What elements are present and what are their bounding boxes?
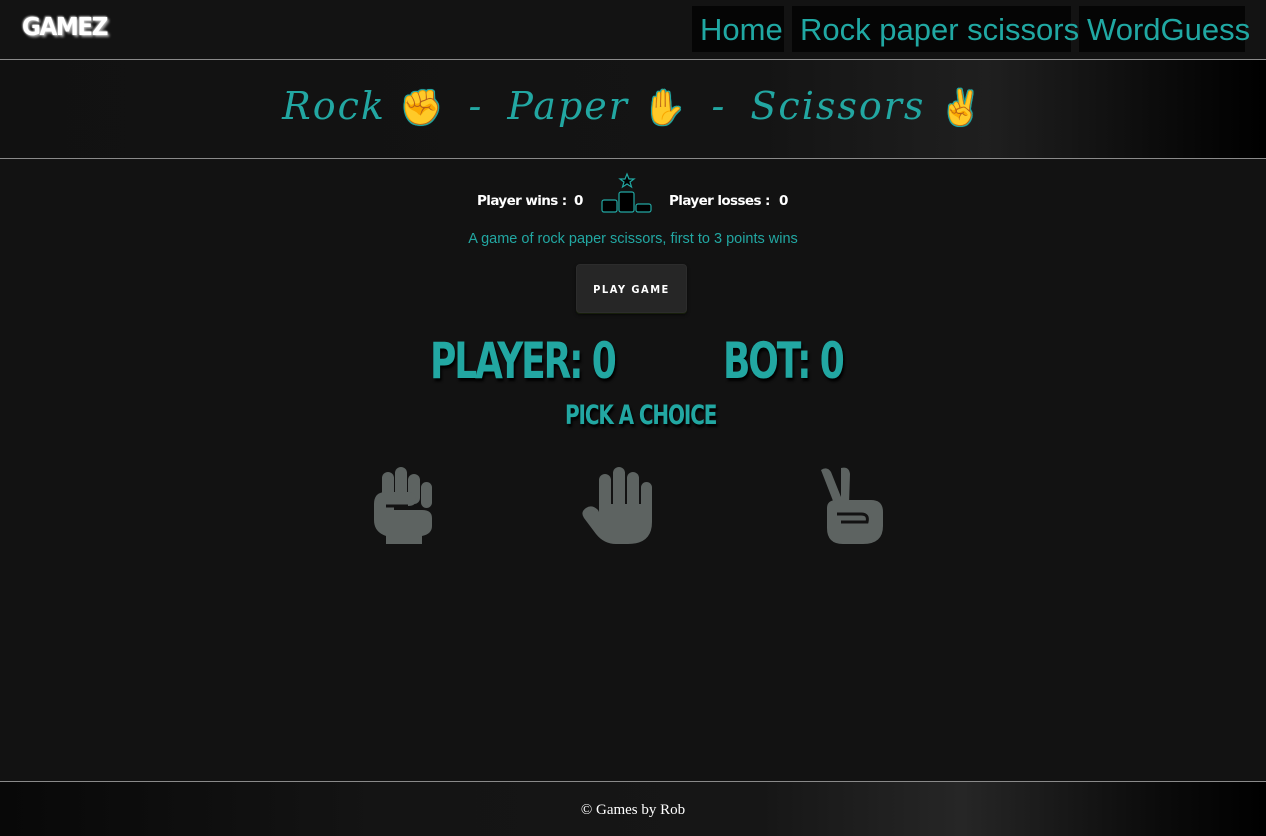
podium-icon xyxy=(600,172,654,214)
raised-hand-icon xyxy=(582,467,652,544)
player-wins-value: 0 xyxy=(574,193,583,209)
victory-hand-icon: ✌ xyxy=(939,88,984,128)
brand-logo[interactable]: GAMEZ xyxy=(22,12,108,41)
footer-copyright: © Games by Rob xyxy=(580,802,686,818)
nav-link-wordguess[interactable]: WordGuess xyxy=(1079,6,1250,52)
raised-fist-icon xyxy=(374,467,432,544)
raised-hand-icon: ✋ xyxy=(643,88,688,128)
scissors-choice-button[interactable] xyxy=(811,464,891,548)
rock-choice-button[interactable] xyxy=(364,464,444,548)
player-losses-label: Player losses : xyxy=(669,193,770,209)
nav-link-home[interactable]: Home xyxy=(692,6,784,52)
player-losses-value: 0 xyxy=(779,193,788,209)
raised-fist-icon: ✊ xyxy=(400,88,445,128)
player-score: Player: 0 xyxy=(430,332,617,390)
title-separator: - xyxy=(468,84,484,128)
navbar: GAMEZ Home Rock paper scissors WordGuess xyxy=(0,0,1266,60)
title-separator: - xyxy=(711,84,727,128)
nav-link-rock-paper-scissors[interactable]: Rock paper scissors xyxy=(792,6,1079,52)
paper-choice-button[interactable] xyxy=(580,464,660,548)
pick-choice-heading: Pick a choice xyxy=(565,400,717,431)
title-scissors: Scissors xyxy=(750,84,926,128)
footer: © Games by Rob xyxy=(0,781,1266,836)
title-rock: Rock xyxy=(282,84,386,128)
page-title: Rock ✊ - Paper ✋ - Scissors ✌ xyxy=(0,84,1266,128)
game-description: A game of rock paper scissors, first to … xyxy=(468,231,798,247)
victory-hand-icon xyxy=(821,467,883,544)
page-header: Rock ✊ - Paper ✋ - Scissors ✌ xyxy=(0,60,1266,159)
title-paper: Paper xyxy=(507,84,629,128)
player-wins-label: Player wins : xyxy=(477,193,567,209)
bot-score: Bot: 0 xyxy=(723,332,845,390)
play-game-button[interactable]: PLAY GAME xyxy=(576,264,687,313)
